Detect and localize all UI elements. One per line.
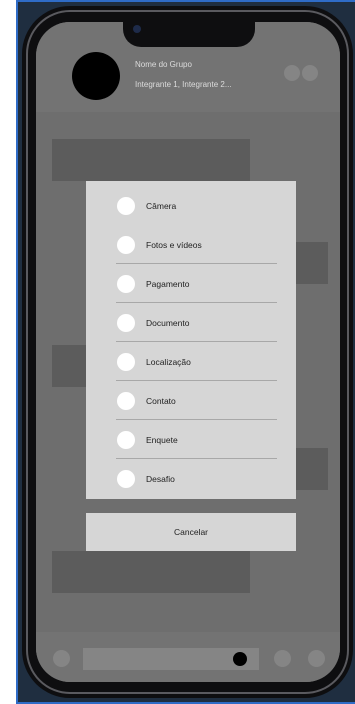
option-poll[interactable]: Enquete (86, 420, 296, 459)
option-label: Câmera (146, 200, 177, 211)
camera-option-icon (117, 196, 135, 215)
cancel-button[interactable]: Cancelar (86, 513, 296, 551)
send-icon[interactable] (308, 650, 325, 667)
message-input[interactable] (83, 648, 259, 670)
contact-option-icon (117, 391, 135, 410)
camera-icon[interactable] (274, 650, 291, 667)
challenge-option-icon (117, 469, 135, 488)
option-label: Documento (146, 317, 190, 328)
option-label: Contato (146, 395, 176, 406)
poll-option-icon (117, 430, 135, 449)
group-name[interactable]: Nome do Grupo (135, 60, 192, 69)
payment-option-icon (117, 274, 135, 293)
option-location[interactable]: Localização (86, 342, 296, 381)
front-camera (133, 25, 141, 33)
option-challenge[interactable]: Desafio (86, 459, 296, 498)
cancel-label: Cancelar (173, 527, 209, 537)
location-option-icon (117, 352, 135, 371)
option-document[interactable]: Documento (86, 303, 296, 342)
call-icon[interactable] (284, 65, 300, 81)
option-contact[interactable]: Contato (86, 381, 296, 420)
gallery-option-icon (117, 235, 135, 254)
message-bubble (52, 139, 250, 181)
option-label: Localização (146, 356, 191, 367)
record-icon[interactable] (233, 652, 247, 666)
attach-icon[interactable] (53, 650, 70, 667)
attachment-menu: Câmera Fotos e vídeos Pagamento Document… (86, 181, 296, 499)
group-members: Integrante 1, Integrante 2... (135, 80, 232, 89)
option-label: Desafio (146, 473, 175, 484)
option-label: Pagamento (146, 278, 190, 289)
option-photos-videos[interactable]: Fotos e vídeos (86, 225, 296, 264)
option-label: Enquete (146, 434, 178, 445)
input-bar (36, 632, 340, 682)
phone-notch (123, 22, 255, 47)
options-icon[interactable] (302, 65, 318, 81)
document-option-icon (117, 313, 135, 332)
group-avatar[interactable] (72, 52, 120, 100)
option-payment[interactable]: Pagamento (86, 264, 296, 303)
message-bubble (52, 551, 250, 593)
option-camera[interactable]: Câmera (86, 186, 296, 225)
option-label: Fotos e vídeos (146, 239, 202, 250)
